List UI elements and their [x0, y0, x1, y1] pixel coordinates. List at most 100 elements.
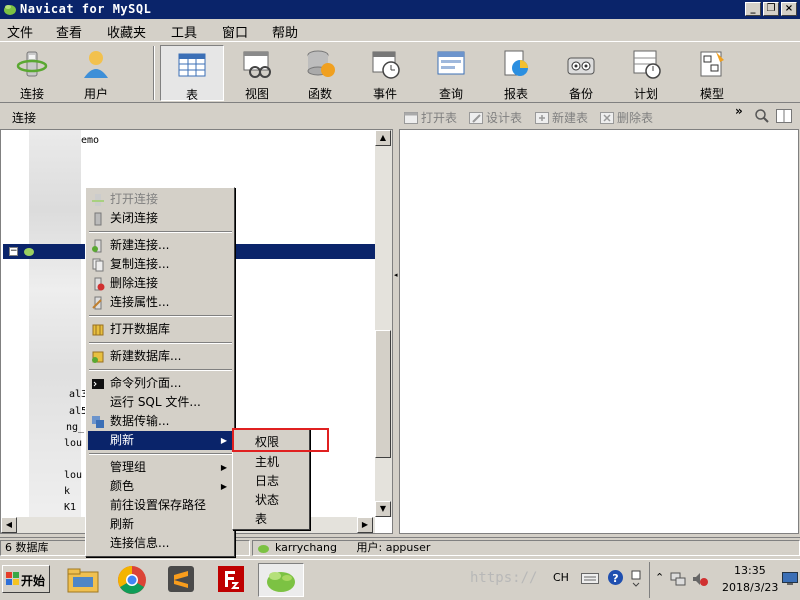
delete-table-button[interactable]: 删除表	[600, 109, 653, 126]
network-icon[interactable]	[670, 571, 686, 587]
toolbar-query-label: 查询	[438, 87, 463, 101]
submenu-host[interactable]: 主机	[255, 453, 279, 470]
menu-color[interactable]: 颜色 ▶	[88, 477, 233, 496]
menu-separator	[89, 342, 232, 344]
design-table-button[interactable]: 设计表	[469, 109, 522, 126]
delete-connection-icon	[94, 277, 105, 291]
menu-copy-connection[interactable]: 复制连接...	[88, 255, 233, 274]
taskbar-filezilla-button[interactable]	[211, 563, 251, 597]
menu-manage-group[interactable]: 管理组 ▶	[88, 458, 233, 477]
toolbar-table-label: 表	[185, 88, 198, 102]
taskbar-sublime-button[interactable]	[161, 563, 201, 597]
toolbar-schedule-button[interactable]: 计划	[615, 45, 677, 101]
start-button[interactable]: 开始	[2, 565, 50, 593]
tree-item[interactable]: k	[64, 486, 70, 497]
menu-file[interactable]: 文件	[7, 22, 33, 41]
menu-close-connection[interactable]: 关闭连接	[88, 209, 233, 228]
splitter-grip: ◂	[394, 271, 398, 279]
show-hidden-icons-icon[interactable]: ⌃	[655, 571, 664, 584]
menu-connection-properties[interactable]: 连接属性...	[88, 293, 233, 312]
restore-button[interactable]: ❐	[763, 2, 779, 16]
tree-item[interactable]: lou	[64, 470, 82, 481]
data-transfer-icon	[92, 416, 104, 428]
tree-vertical-scrollbar[interactable]: ▲ ▼	[375, 130, 392, 517]
scroll-up-button[interactable]: ▲	[375, 130, 391, 146]
toolbar-query-button[interactable]: 查询	[420, 45, 482, 101]
submenu-status[interactable]: 状态	[255, 491, 279, 508]
toolbar-overflow-button[interactable]: »	[735, 104, 743, 118]
menu-goto-save-path[interactable]: 前往设置保存路径	[88, 496, 233, 515]
connection-properties-icon	[92, 296, 102, 310]
open-table-button[interactable]: 打开表	[404, 109, 457, 126]
clock-time[interactable]: 13:35	[734, 564, 766, 577]
input-language-indicator[interactable]: CH	[553, 571, 569, 584]
menu-new-database[interactable]: 新建数据库...	[88, 347, 233, 366]
toolbar-backup-button[interactable]: 备份	[550, 45, 612, 101]
delete-table-icon	[600, 112, 614, 124]
collapse-icon[interactable]: −	[9, 247, 18, 256]
menu-favorites[interactable]: 收藏夹	[107, 22, 146, 41]
search-icon[interactable]	[755, 109, 769, 123]
clock-date[interactable]: 2018/3/23	[722, 581, 778, 594]
submenu-log[interactable]: 日志	[255, 472, 279, 489]
menu-separator	[89, 315, 232, 317]
scroll-down-button[interactable]: ▼	[375, 501, 391, 517]
tree-item[interactable]: lou	[64, 438, 82, 449]
scroll-right-button[interactable]: ▶	[357, 517, 373, 533]
object-list-pane[interactable]	[399, 129, 799, 534]
scroll-thumb[interactable]	[375, 330, 391, 458]
new-table-button[interactable]: 新建表	[535, 109, 588, 126]
menu-data-transfer[interactable]: 数据传输...	[88, 412, 233, 431]
report-icon	[504, 50, 528, 76]
delete-table-label: 删除表	[617, 111, 654, 125]
toolbar-report-label: 报表	[503, 87, 528, 101]
toolbar-event-button[interactable]: 事件	[354, 45, 416, 101]
menu-run-sql-file[interactable]: 运行 SQL 文件...	[88, 393, 233, 412]
menu-open-database[interactable]: 打开数据库	[88, 320, 233, 339]
menu-tools[interactable]: 工具	[171, 22, 197, 41]
show-desktop-icon[interactable]	[782, 572, 798, 586]
volume-muted-icon[interactable]	[692, 571, 708, 587]
menu-view[interactable]: 查看	[56, 22, 82, 41]
tree-item[interactable]: emo	[81, 135, 99, 146]
toolbar-model-button[interactable]: 模型	[681, 45, 743, 101]
toolbar-connection-button[interactable]: 连接	[1, 45, 63, 101]
event-icon	[372, 51, 400, 79]
tree-item[interactable]: K1	[64, 502, 76, 513]
toolbar-table-button[interactable]: 表	[160, 45, 224, 102]
submenu-table[interactable]: 表	[255, 510, 267, 527]
keyboard-icon[interactable]	[581, 570, 599, 586]
connection-pane-title: 连接	[12, 111, 37, 125]
help-icon[interactable]: ?	[607, 569, 624, 586]
ime-options-icon[interactable]	[631, 567, 641, 589]
taskbar-chrome-button[interactable]	[112, 563, 152, 597]
toolbar-view-button[interactable]: 视图	[226, 45, 288, 101]
toolbar-function-button[interactable]: 函数	[289, 45, 351, 101]
menu-help[interactable]: 帮助	[272, 22, 298, 41]
close-button[interactable]: ×	[781, 2, 797, 16]
taskbar-explorer-button[interactable]	[63, 563, 103, 597]
toolbar-user-button[interactable]: 用户	[65, 45, 127, 101]
menu-refresh[interactable]: 刷新	[88, 515, 233, 534]
toolbar-report-button[interactable]: 报表	[485, 45, 547, 101]
taskbar-navicat-button[interactable]	[258, 563, 304, 597]
navicat-logo-icon	[4, 5, 16, 15]
menu-new-connection[interactable]: 新建连接...	[88, 236, 233, 255]
menu-refresh-submenu[interactable]: 刷新 ▶	[88, 431, 233, 450]
menu-connection-info[interactable]: 连接信息...	[88, 534, 233, 553]
windows-flag-icon	[6, 572, 19, 585]
menu-open-connection[interactable]: 打开连接	[88, 190, 233, 209]
menu-delete-connection[interactable]: 删除连接	[88, 274, 233, 293]
new-table-label: 新建表	[552, 111, 589, 125]
filezilla-icon	[218, 566, 244, 592]
system-tray: ⌃ 13:35 2018/3/23	[649, 562, 800, 598]
minimize-button[interactable]: _	[745, 2, 761, 16]
menu-console[interactable]: 命令列介面...	[88, 374, 233, 393]
toolbar-connection-label: 连接	[19, 87, 44, 101]
design-table-icon	[469, 112, 483, 124]
menu-window[interactable]: 窗口	[222, 22, 248, 41]
scroll-left-button[interactable]: ◀	[1, 517, 17, 533]
view-icon	[243, 51, 271, 78]
layout-toggle-icon[interactable]	[776, 109, 792, 123]
tree-item[interactable]: ng_	[66, 422, 84, 433]
